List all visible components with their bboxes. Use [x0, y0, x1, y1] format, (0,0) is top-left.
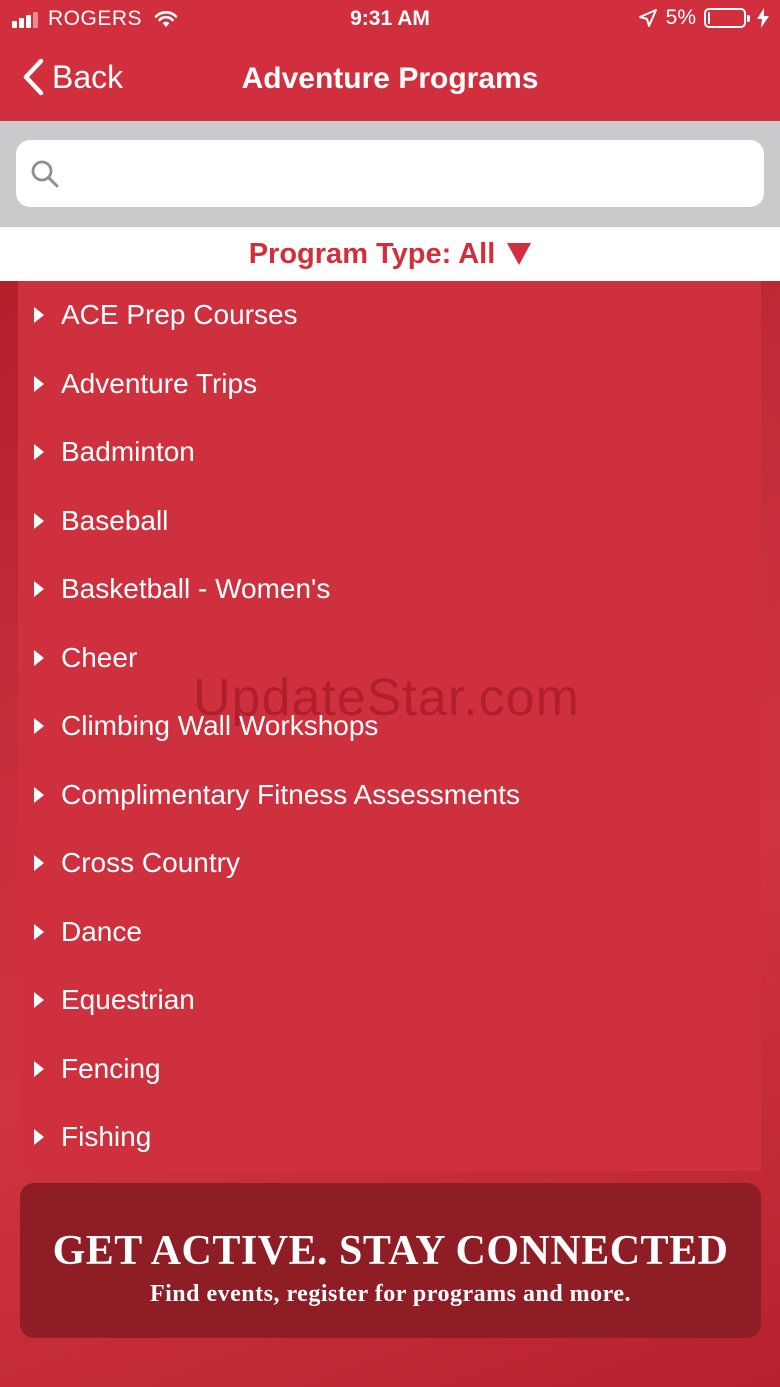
list-item-label: Cross Country — [61, 847, 240, 879]
list-item-cheer[interactable]: Cheer — [18, 624, 761, 693]
back-button[interactable]: Back — [22, 58, 123, 96]
program-list: ACE Prep Courses Adventure Trips Badmint… — [18, 281, 761, 1171]
list-item-basketball-womens[interactable]: Basketball - Women's — [18, 555, 761, 624]
caret-right-icon — [34, 444, 44, 461]
caret-right-icon — [34, 307, 44, 324]
list-item-label: Climbing Wall Workshops — [61, 710, 379, 742]
caret-right-icon — [34, 718, 44, 735]
list-item-cross-country[interactable]: Cross Country — [18, 829, 761, 898]
triangle-down-icon — [507, 243, 532, 265]
promo-banner[interactable]: GET ACTIVE. STAY CONNECTED Find events, … — [20, 1183, 761, 1338]
list-item-label: Badminton — [61, 436, 195, 468]
list-item-complimentary-fitness-assessments[interactable]: Complimentary Fitness Assessments — [18, 761, 761, 830]
status-bar: ROGERS 9:31 AM 5% — [0, 0, 780, 40]
caret-right-icon — [34, 923, 44, 940]
list-item-label: Complimentary Fitness Assessments — [61, 778, 521, 810]
search-icon — [31, 160, 59, 188]
caret-right-icon — [34, 992, 44, 1009]
battery-percent: 5% — [665, 6, 696, 29]
banner-subline: Find events, register for programs and m… — [149, 1281, 632, 1307]
caret-right-icon — [34, 512, 44, 529]
caret-right-icon — [34, 786, 44, 803]
battery-level — [708, 12, 710, 24]
list-item-label: Adventure Trips — [61, 367, 258, 399]
list-item-equestrian[interactable]: Equestrian — [18, 966, 761, 1035]
caret-right-icon — [34, 1060, 44, 1077]
back-label: Back — [52, 58, 124, 95]
battery-icon — [704, 8, 750, 28]
charging-bolt-icon — [757, 8, 769, 28]
list-item-adventure-trips[interactable]: Adventure Trips — [18, 350, 761, 419]
caret-right-icon — [34, 581, 44, 598]
list-item-label: Cheer — [61, 641, 138, 673]
list-item-label: Equestrian — [61, 984, 195, 1016]
location-arrow-icon — [638, 9, 657, 27]
list-item-fencing[interactable]: Fencing — [18, 1035, 761, 1104]
list-item-ace-prep-courses[interactable]: ACE Prep Courses — [18, 281, 761, 350]
list-item-dance[interactable]: Dance — [18, 898, 761, 967]
list-item-label: Basketball - Women's — [61, 573, 331, 605]
search-box[interactable] — [16, 140, 764, 207]
list-item-label: Baseball — [61, 504, 169, 536]
caret-right-icon — [34, 375, 44, 392]
banner-headline: GET ACTIVE. STAY CONNECTED — [52, 1228, 729, 1274]
list-item-fishing[interactable]: Fishing — [18, 1103, 761, 1172]
list-item-badminton[interactable]: Badminton — [18, 418, 761, 487]
list-item-label: Fishing — [61, 1121, 152, 1153]
list-item-label: ACE Prep Courses — [61, 299, 298, 331]
chevron-left-icon — [23, 58, 44, 96]
list-item-label: Fencing — [61, 1052, 161, 1084]
caret-right-icon — [34, 855, 44, 872]
program-type-filter[interactable]: Program Type: All — [0, 227, 780, 281]
search-input[interactable] — [72, 148, 756, 200]
search-area — [0, 121, 780, 227]
caret-right-icon — [34, 1129, 44, 1146]
list-item-baseball[interactable]: Baseball — [18, 487, 761, 556]
program-type-label: Program Type: All — [248, 237, 496, 270]
list-item-climbing-wall-workshops[interactable]: Climbing Wall Workshops — [18, 692, 761, 761]
caret-right-icon — [34, 649, 44, 666]
status-right: 5% — [638, 6, 770, 30]
navigation-bar: Back Adventure Programs — [0, 40, 780, 121]
list-item-label: Dance — [61, 915, 142, 947]
